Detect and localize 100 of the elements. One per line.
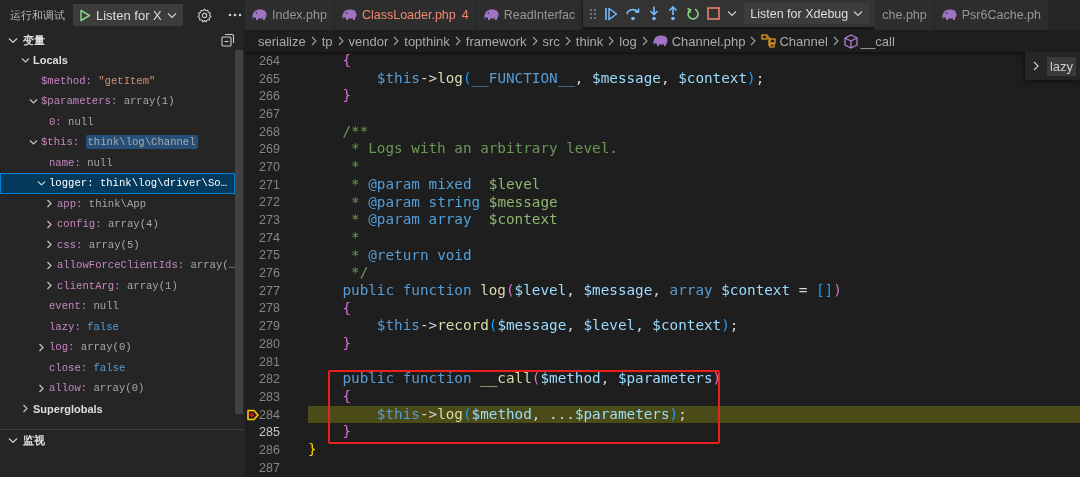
current-frame-icon — [247, 408, 259, 421]
chevron-right-icon — [564, 36, 571, 46]
step-over-icon[interactable] — [625, 6, 642, 21]
variable-entry: lazy: false — [49, 320, 119, 333]
code-line: { — [341, 52, 352, 70]
variable-entry: log: array(0) — [49, 341, 132, 354]
line-number: 282 — [259, 372, 279, 387]
tree-row[interactable]: Locals — [0, 50, 235, 71]
code-line: } — [341, 423, 352, 442]
breadcrumb-item[interactable]: __call — [843, 33, 895, 49]
chevron-down-icon — [853, 10, 864, 17]
cube-icon — [843, 33, 858, 49]
tree-row[interactable]: $this: think\log\Channel — [0, 132, 235, 153]
tree-row[interactable]: clientArg: array(1) — [0, 275, 235, 296]
breadcrumb-item[interactable]: think — [575, 33, 604, 49]
step-out-icon[interactable] — [667, 6, 680, 21]
editor-tab[interactable]: Index.php — [245, 0, 335, 30]
section-header[interactable]: 变量 — [8, 32, 45, 48]
tree-row[interactable]: name: null — [0, 152, 235, 173]
tree-row[interactable]: $method: "getItem" — [0, 70, 235, 91]
breadcrumb-item[interactable]: Channel — [761, 33, 828, 49]
line-number: 278 — [259, 301, 279, 316]
breadcrumb-item[interactable]: src — [542, 33, 560, 49]
tree-row[interactable]: config: array(4) — [0, 214, 235, 235]
chevron-down-icon[interactable] — [727, 10, 738, 17]
line-number: 266 — [259, 89, 279, 104]
line-number: 286 — [259, 442, 279, 457]
variable-entry: clientArg: array(1) — [57, 279, 178, 292]
tree-row[interactable]: lazy: false — [0, 316, 235, 337]
more-icon[interactable] — [227, 13, 242, 17]
line-number: 274 — [259, 230, 279, 245]
editor-tab[interactable]: Psr6Cache.ph — [934, 0, 1049, 30]
editor-tab[interactable]: ClassLoader.php 4 — [334, 0, 477, 30]
play-icon — [79, 8, 91, 22]
code-line: /** — [341, 122, 369, 141]
code-line: * — [350, 228, 360, 247]
chevron-right-icon — [310, 36, 317, 46]
code-line: * — [350, 158, 360, 176]
variable-entry: $this: think\log\Channel — [41, 136, 198, 149]
restart-icon[interactable] — [686, 6, 701, 21]
breadcrumb-item[interactable]: Channel.php — [652, 33, 746, 49]
tree-row[interactable]: event: null — [0, 296, 235, 317]
line-number: 271 — [259, 177, 279, 192]
line-number: 269 — [259, 142, 279, 157]
chevron-right-icon — [750, 36, 757, 46]
line-number: 264 — [259, 53, 279, 68]
line-number: 284 — [259, 407, 279, 422]
scrollbar-thumb[interactable] — [235, 50, 243, 414]
breadcrumb-item[interactable]: serialize — [258, 33, 306, 49]
line-number: 273 — [259, 213, 279, 228]
code-line: } — [341, 335, 352, 353]
line-number: 268 — [259, 124, 279, 139]
code-line: */ — [350, 264, 369, 282]
code-line: { — [341, 388, 352, 406]
stop-icon[interactable] — [707, 7, 721, 20]
variable-entry: 0: null — [49, 115, 94, 128]
scope-label: Locals — [33, 54, 68, 67]
editor-tab[interactable]: ReadInterfac — [476, 0, 584, 30]
breadcrumb-item[interactable]: vendor — [348, 33, 389, 49]
line-number: 276 — [259, 266, 279, 281]
variable-entry: config: array(4) — [57, 218, 159, 231]
breadcrumb-item[interactable]: log — [619, 33, 637, 49]
collapse-all-icon[interactable] — [221, 33, 235, 47]
hover-widget[interactable]: lazy — [1024, 52, 1080, 80]
debug-config-dropdown[interactable]: Listen for Xdebug — [744, 3, 870, 24]
drag-handle-icon[interactable] — [589, 7, 598, 20]
tree-row[interactable]: allow: array(0) — [0, 378, 235, 399]
tree-row[interactable]: 0: null — [0, 111, 235, 132]
elephant-icon — [252, 9, 268, 21]
launch-config-dropdown[interactable]: Listen for X — [73, 4, 183, 26]
code-line: * @return void — [350, 246, 472, 265]
line-number: 285 — [259, 425, 279, 440]
line-number: 267 — [259, 106, 279, 121]
tree-row[interactable]: logger: think\log\driver\So… — [0, 173, 235, 194]
variable-entry: $parameters: array(1) — [41, 95, 175, 108]
tree-row[interactable]: css: array(5) — [0, 234, 235, 255]
code-line: public function __call($method, $parameters) — [341, 370, 722, 389]
continue-icon[interactable] — [604, 6, 619, 21]
breadcrumb-item[interactable]: topthink — [404, 33, 450, 49]
tree-row[interactable]: allowForceClientIds: array(… — [0, 255, 235, 276]
elephant-icon — [341, 9, 358, 21]
variable-entry: allow: array(0) — [49, 382, 145, 395]
breadcrumb-item[interactable]: tp — [321, 33, 333, 49]
tree-row[interactable]: close: false — [0, 357, 235, 378]
tree-row[interactable]: app: think\App — [0, 193, 235, 214]
line-number: 275 — [259, 248, 279, 263]
panel-title: 运行和调试 — [10, 7, 65, 23]
editor-tab[interactable]: che.php — [875, 0, 935, 30]
line-number: 279 — [259, 319, 279, 334]
chevron-right-icon — [641, 36, 648, 46]
code-line: } — [308, 441, 317, 459]
breadcrumb-item[interactable]: framework — [465, 33, 527, 49]
step-into-icon[interactable] — [648, 6, 661, 21]
section-header[interactable]: 监视 — [8, 432, 45, 448]
settings-icon[interactable] — [196, 7, 212, 23]
tree-row[interactable]: $parameters: array(1) — [0, 91, 235, 112]
code-line: { — [341, 299, 352, 318]
tree-row[interactable]: log: array(0) — [0, 337, 235, 358]
tree-row[interactable]: Superglobals — [0, 398, 235, 419]
line-number: 281 — [259, 354, 279, 369]
